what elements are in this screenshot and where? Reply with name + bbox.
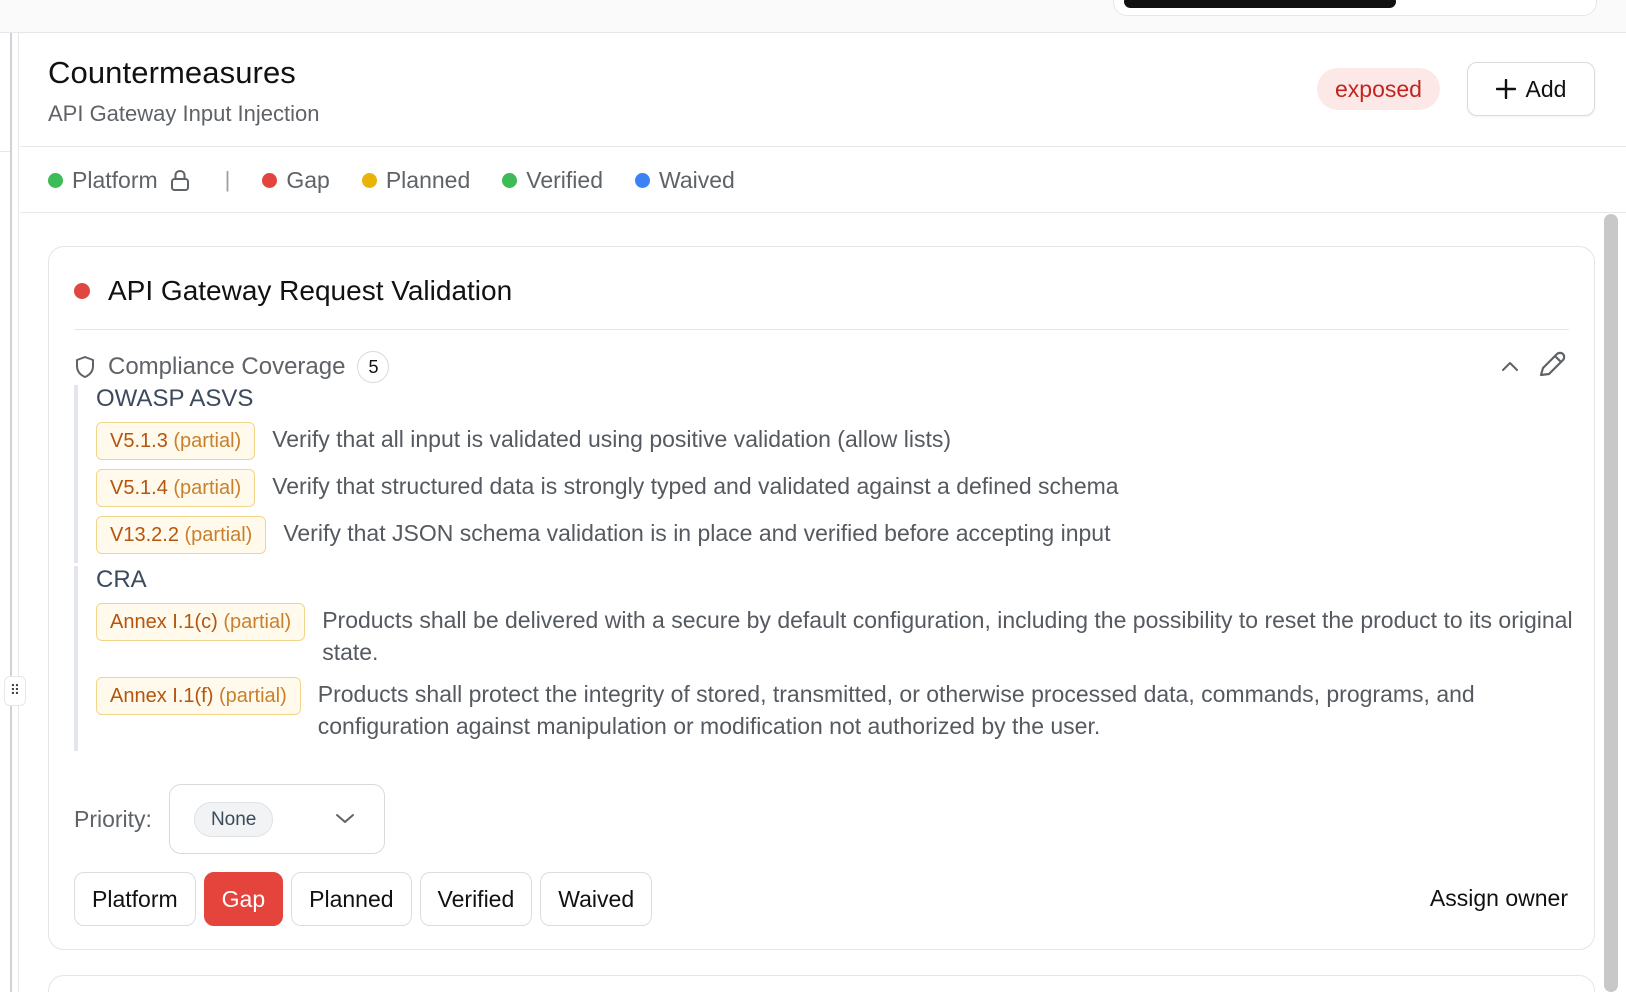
legend-item-waived: Waived — [634, 166, 735, 194]
framework-name: CRA — [96, 566, 147, 593]
requirement-id: Annex I.1(f) — [110, 685, 214, 707]
status-button-waived[interactable]: Waived — [540, 872, 653, 926]
compliance-coverage-label: Compliance Coverage — [108, 353, 346, 380]
legend-label: Verified — [526, 166, 603, 193]
requirement-level: (partial) — [184, 524, 253, 546]
page-subtitle: API Gateway Input Injection — [48, 101, 320, 126]
card-title: API Gateway Request Validation — [74, 275, 512, 307]
scrollbar[interactable] — [1604, 214, 1618, 992]
top-pill-dark-segment — [1124, 0, 1396, 8]
priority-label: Priority: — [74, 805, 152, 832]
status-badge: exposed — [1317, 68, 1440, 110]
card-divider — [74, 329, 1569, 330]
legend-item-verified: Verified — [502, 167, 603, 194]
legend-dot — [634, 172, 650, 188]
requirement-id: V13.2.2 — [110, 524, 179, 546]
chevron-down-icon — [335, 814, 354, 823]
rail-divider — [10, 33, 12, 992]
next-countermeasure-card — [48, 975, 1595, 992]
legend-dot — [48, 172, 63, 188]
requirement-text: Verify that structured data is strongly … — [272, 473, 1119, 499]
compliance-coverage-header[interactable]: Compliance Coverage 5 — [74, 351, 390, 383]
requirement-tag[interactable]: V5.1.4 (partial) — [96, 469, 256, 507]
status-dot — [74, 283, 90, 299]
edit-pencil-icon[interactable] — [1535, 349, 1567, 386]
legend-separator: | — [224, 167, 231, 192]
requirement-level: (partial) — [173, 430, 242, 452]
add-button[interactable]: Add — [1467, 62, 1595, 116]
requirement-text: Verify that JSON schema validation is in… — [283, 520, 1111, 546]
legend-dot — [262, 172, 278, 188]
requirement-id: Annex I.1(c) — [110, 611, 218, 633]
framework-name: OWASP ASVS — [96, 385, 254, 412]
left-rail — [0, 33, 20, 992]
card-title-text: API Gateway Request Validation — [108, 275, 513, 306]
priority-field: Priority: None — [74, 784, 385, 854]
status-button-group: Platform Gap Planned Verified Waived — [74, 872, 653, 926]
status-button-verified[interactable]: Verified — [419, 872, 533, 926]
requirement-id: V5.1.4 — [110, 477, 168, 499]
framework-cra: CRA Annex I.1(c) (partial) Products shall… — [74, 566, 1594, 751]
requirement-row: Annex I.1(c) (partial) Products shall be … — [96, 603, 1594, 668]
legend-label: Waived — [658, 166, 735, 193]
legend-item-planned: Planned — [361, 166, 471, 194]
requirement-level: (partial) — [173, 477, 242, 499]
status-button-gap[interactable]: Gap — [203, 872, 284, 926]
requirement-row: Annex I.1(f) (partial) Products shall pro… — [96, 677, 1594, 742]
status-legend: Platform | Gap Planned Verified Waived — [20, 148, 1626, 213]
lock-icon — [169, 168, 191, 192]
requirement-text: Products shall be delivered with a secur… — [322, 607, 1573, 665]
legend-label: Platform — [72, 166, 158, 193]
priority-value-pill: None — [193, 802, 274, 837]
requirement-tag[interactable]: Annex I.1(f) (partial) — [96, 677, 301, 715]
requirement-row: V5.1.3 (partial) Verify that all input is… — [96, 422, 1119, 460]
rail-divider-inner — [18, 33, 19, 992]
priority-select[interactable]: None — [168, 784, 385, 854]
requirement-tag[interactable]: V5.1.3 (partial) — [96, 422, 256, 460]
plus-icon — [1495, 79, 1516, 99]
status-button-planned[interactable]: Planned — [291, 872, 412, 926]
countermeasure-card: API Gateway Request Validation Complianc… — [48, 246, 1595, 950]
requirement-level: (partial) — [223, 611, 292, 633]
requirement-text: Products shall protect the integrity of … — [317, 681, 1475, 739]
legend-item-gap: Gap — [262, 166, 330, 194]
add-button-label: Add — [1525, 75, 1567, 102]
shield-icon — [76, 356, 94, 378]
legend-item-platform: Platform — [48, 167, 191, 194]
chevron-up-icon[interactable] — [1501, 359, 1519, 377]
status-button-platform[interactable]: Platform — [74, 872, 196, 926]
panel-header: Countermeasures API Gateway Input Inject… — [20, 33, 1626, 147]
requirement-row: V13.2.2 (partial) Verify that JSON schema… — [96, 516, 1119, 554]
requirement-text: Verify that all input is validated using… — [272, 426, 952, 452]
requirement-tag[interactable]: Annex I.1(c) (partial) — [96, 603, 306, 641]
page-title: Countermeasures — [48, 55, 296, 90]
requirement-id: V5.1.3 — [110, 430, 168, 452]
legend-dot — [361, 172, 377, 188]
coverage-count-badge: 5 — [357, 351, 390, 383]
top-bar — [0, 0, 1626, 33]
legend-label: Planned — [385, 166, 471, 193]
top-search-pill[interactable] — [1113, 0, 1597, 16]
resize-grip-icon[interactable]: ⠿ — [4, 676, 26, 706]
requirement-row: V5.1.4 (partial) Verify that structured d… — [96, 469, 1119, 507]
requirement-level: (partial) — [218, 685, 287, 707]
legend-dot — [502, 172, 518, 188]
assign-owner-button[interactable]: Assign owner — [1430, 885, 1568, 912]
framework-owasp-asvs: OWASP ASVS V5.1.3 (partial) Verify that a… — [74, 385, 1119, 563]
requirement-tag[interactable]: V13.2.2 (partial) — [96, 516, 267, 554]
legend-label: Gap — [286, 166, 330, 193]
rail-stub — [0, 151, 10, 152]
